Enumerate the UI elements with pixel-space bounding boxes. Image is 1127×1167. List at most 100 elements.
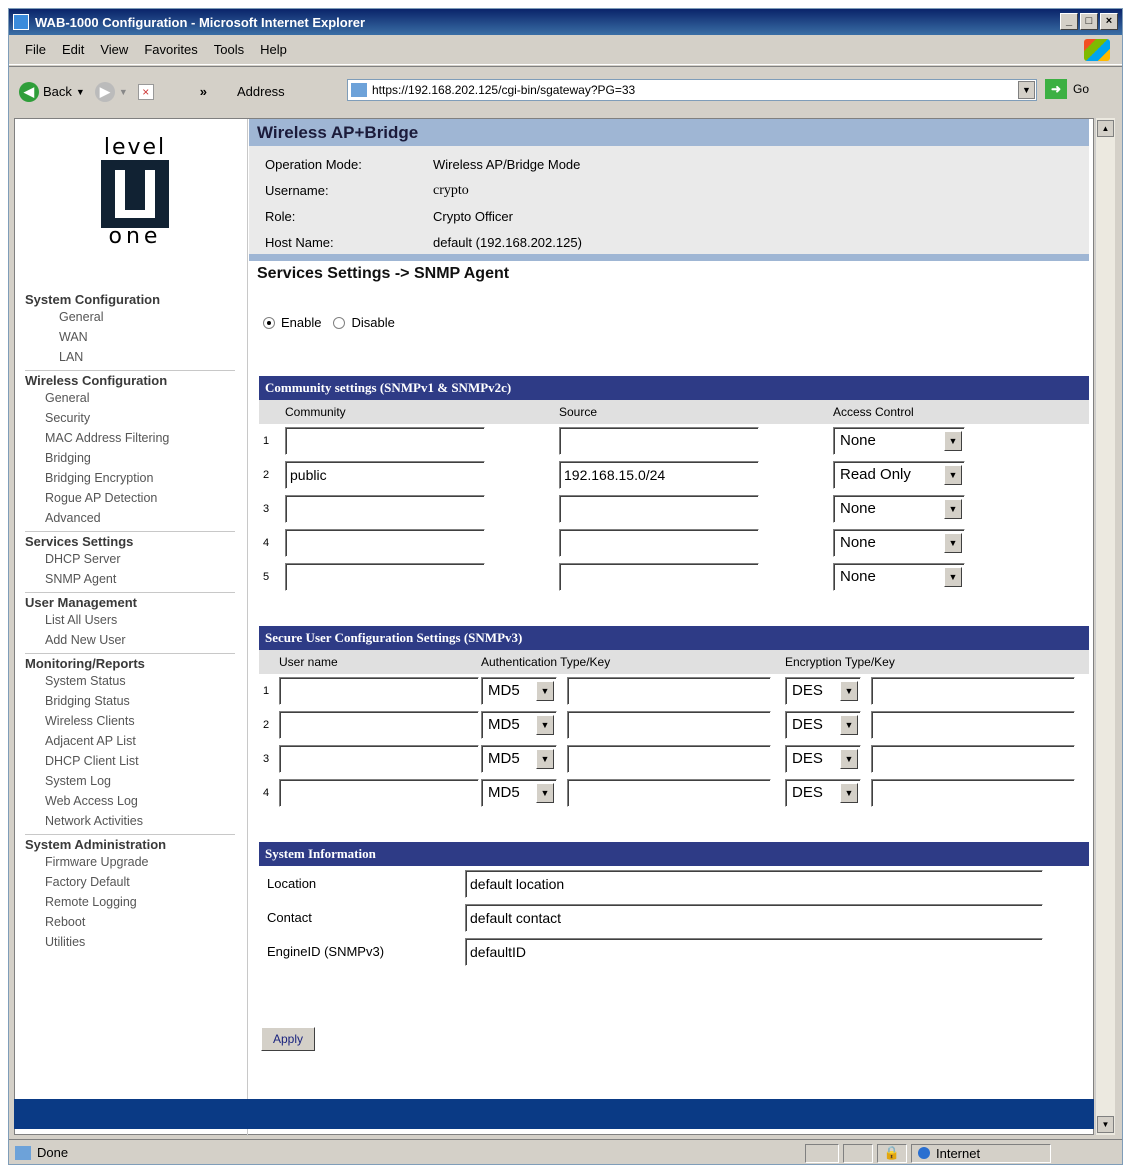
sidebar-item[interactable]: Wireless Clients — [45, 711, 235, 731]
toolbar-chevron[interactable]: » — [200, 84, 207, 99]
address-bar[interactable]: https://192.168.202.125/cgi-bin/sgateway… — [347, 79, 1037, 101]
sidebar-item[interactable]: Adjacent AP List — [45, 731, 235, 751]
access-control-select[interactable]: None ▼ — [833, 495, 965, 523]
community-rows: 1 None ▼ 2 public 192.168.15.0/24 Read Only ▼ 3 N… — [259, 424, 1089, 594]
vertical-scrollbar[interactable]: ▲ ▼ — [1095, 118, 1115, 1135]
sidebar-item[interactable]: General — [59, 307, 235, 327]
status-bar: Done 🔒 Internet — [9, 1139, 1122, 1165]
encryption-key-input[interactable] — [871, 677, 1075, 705]
contact-input[interactable]: default contact — [465, 904, 1043, 932]
address-dropdown-icon[interactable]: ▼ — [1018, 81, 1035, 99]
disable-radio[interactable] — [333, 316, 346, 329]
go-button[interactable]: ➜ Go — [1045, 79, 1089, 99]
sidebar-item[interactable]: Bridging Status — [45, 691, 235, 711]
source-input[interactable]: 192.168.15.0/24 — [559, 461, 759, 489]
source-input[interactable] — [559, 427, 759, 455]
sidebar-item[interactable]: Remote Logging — [45, 892, 235, 912]
snmpv3-username-input[interactable] — [279, 745, 479, 773]
enable-radio[interactable] — [263, 316, 275, 329]
encryption-type-select[interactable]: DES ▼ — [785, 745, 861, 773]
access-control-select[interactable]: Read Only ▼ — [833, 461, 965, 489]
auth-type-select[interactable]: MD5 ▼ — [481, 677, 557, 705]
scroll-up-icon[interactable]: ▲ — [1097, 120, 1114, 137]
source-input[interactable] — [559, 529, 759, 557]
sidebar-item[interactable]: Bridging Encryption — [45, 468, 235, 488]
engine-id-input[interactable]: defaultID — [465, 938, 1043, 966]
sidebar-item[interactable]: DHCP Server — [45, 549, 235, 569]
sidebar-item[interactable]: System Status — [45, 671, 235, 691]
sidebar-item[interactable]: WAN — [59, 327, 235, 347]
maximize-button[interactable]: □ — [1080, 13, 1098, 30]
menu-favorites[interactable]: Favorites — [144, 42, 197, 57]
auth-key-input[interactable] — [567, 677, 771, 705]
sidebar-item[interactable]: MAC Address Filtering — [45, 428, 235, 448]
menu-help[interactable]: Help — [260, 42, 287, 57]
snmpv3-username-input[interactable] — [279, 677, 479, 705]
auth-key-input[interactable] — [567, 779, 771, 807]
sidebar-item[interactable]: DHCP Client List — [45, 751, 235, 771]
sidebar-item[interactable]: Network Activities — [45, 811, 235, 831]
auth-type-select[interactable]: MD5 ▼ — [481, 745, 557, 773]
stop-button[interactable]: × — [137, 83, 154, 100]
encryption-key-input[interactable] — [871, 711, 1075, 739]
username-value: crypto — [433, 183, 469, 198]
sidebar-item[interactable]: Rogue AP Detection — [45, 488, 235, 508]
auth-type-select[interactable]: MD5 ▼ — [481, 711, 557, 739]
sidebar-item[interactable]: Security — [45, 408, 235, 428]
access-control-select[interactable]: None ▼ — [833, 427, 965, 455]
row-number: 2 — [263, 719, 270, 731]
col-community: Community — [285, 405, 346, 419]
zone-indicator: Internet — [911, 1144, 1051, 1163]
secure-user-row: 3 MD5 ▼ DES ▼ — [259, 742, 1089, 776]
globe-icon — [918, 1147, 930, 1159]
sidebar-item[interactable]: Bridging — [45, 448, 235, 468]
apply-button[interactable]: Apply — [261, 1027, 315, 1051]
menu-view[interactable]: View — [100, 42, 128, 57]
encryption-key-input[interactable] — [871, 745, 1075, 773]
sidebar-item[interactable]: System Log — [45, 771, 235, 791]
access-control-select[interactable]: None ▼ — [833, 563, 965, 591]
snmpv3-username-input[interactable] — [279, 711, 479, 739]
sidebar-item[interactable]: General — [45, 388, 235, 408]
sidebar-item[interactable]: Firmware Upgrade — [45, 852, 235, 872]
minimize-button[interactable]: _ — [1060, 13, 1078, 30]
auth-type-select[interactable]: MD5 ▼ — [481, 779, 557, 807]
community-input[interactable] — [285, 427, 485, 455]
encryption-key-input[interactable] — [871, 779, 1075, 807]
community-input[interactable] — [285, 529, 485, 557]
menu-tools[interactable]: Tools — [214, 42, 244, 57]
sidebar-item[interactable]: SNMP Agent — [45, 569, 235, 589]
sidebar-item[interactable]: LAN — [59, 347, 235, 367]
auth-key-input[interactable] — [567, 745, 771, 773]
community-input[interactable]: public — [285, 461, 485, 489]
sidebar-item[interactable]: Utilities — [45, 932, 235, 952]
community-input[interactable] — [285, 495, 485, 523]
close-button[interactable]: × — [1100, 13, 1118, 30]
location-input[interactable]: default location — [465, 870, 1043, 898]
back-button[interactable]: ◀ Back ▼ — [19, 81, 85, 102]
menu-file[interactable]: File — [25, 42, 46, 57]
menu-edit[interactable]: Edit — [62, 42, 84, 57]
sidebar-item[interactable]: List All Users — [45, 610, 235, 630]
secure-user-column-headers: User name Authentication Type/Key Encryp… — [259, 650, 1089, 674]
sidebar-item[interactable]: Web Access Log — [45, 791, 235, 811]
source-input[interactable] — [559, 563, 759, 591]
source-input[interactable] — [559, 495, 759, 523]
sidebar-item[interactable]: Add New User — [45, 630, 235, 650]
auth-key-input[interactable] — [567, 711, 771, 739]
community-input[interactable] — [285, 563, 485, 591]
sidebar-item[interactable]: Advanced — [45, 508, 235, 528]
encryption-type-select[interactable]: DES ▼ — [785, 677, 861, 705]
sidebar-item[interactable]: Factory Default — [45, 872, 235, 892]
sidebar-item[interactable]: Reboot — [45, 912, 235, 932]
scroll-down-icon[interactable]: ▼ — [1097, 1116, 1114, 1133]
community-row: 2 public 192.168.15.0/24 Read Only ▼ — [259, 458, 1089, 492]
community-row: 1 None ▼ — [259, 424, 1089, 458]
forward-button[interactable]: ▶ ▼ — [94, 81, 128, 102]
encryption-type-select[interactable]: DES ▼ — [785, 779, 861, 807]
snmpv3-username-input[interactable] — [279, 779, 479, 807]
access-control-select[interactable]: None ▼ — [833, 529, 965, 557]
col-access-control: Access Control — [833, 405, 914, 419]
encryption-type-select[interactable]: DES ▼ — [785, 711, 861, 739]
snmp-enable-radio-group: Enable Disable — [263, 315, 1089, 330]
